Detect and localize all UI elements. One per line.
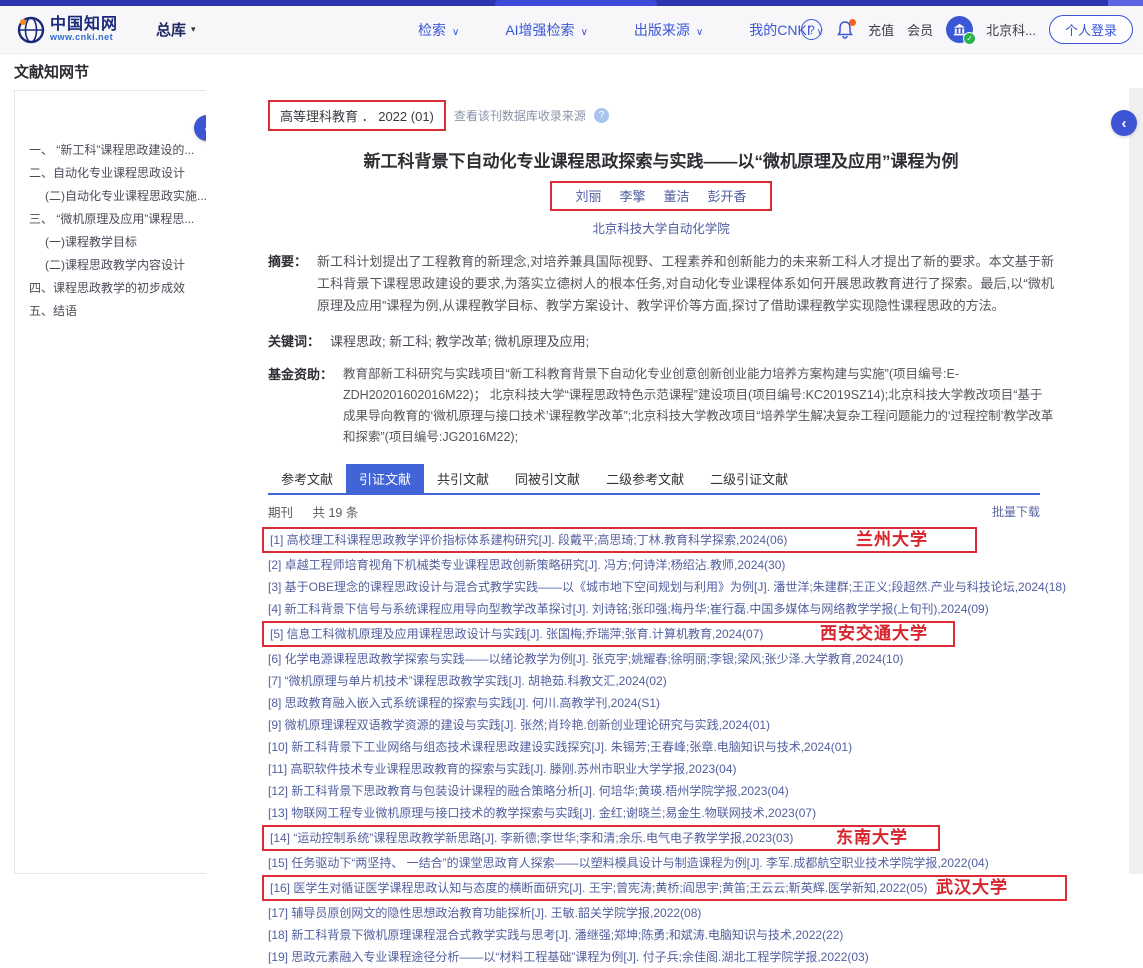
keywords-label: 关键词： [268,331,320,350]
citation-item[interactable]: [14] “运动控制系统”课程思政教学新思路[J]. 李新德;李世华;李和清;余… [270,831,793,845]
highlight-box: [1] 高校理工科课程思政教学评价指标体系建构研究[J]. 段戴平;高思琦;丁林… [262,527,977,553]
page-title: 文献知网节 [14,61,89,82]
cnki-logo[interactable]: 中国知网 www.cnki.net [16,15,118,45]
institution-avatar[interactable]: ✓ [946,16,973,43]
citation-item[interactable]: [2] 卓越工程师培育视角下机械类专业课程思政创新策略研究[J]. 冯方;何诗洋… [262,554,1128,576]
help-icon[interactable]: ? [801,19,822,40]
globe-icon [16,15,46,45]
citation-item[interactable]: [15] 任务驱动下“两坚持、 一结合”的课堂思政育人探索——以塑料模具设计与制… [262,852,1128,874]
outline-list: 一、 “新工科”课程思政建设的...二、自动化专业课程思政设计(二)自动化专业课… [15,139,207,323]
sidebar-outline-item[interactable]: 三、 “微机原理及应用”课程思... [15,208,207,231]
author-link[interactable]: 刘丽 [575,189,601,204]
abstract-text: 新工科计划提出了工程教育的新理念,对培养兼具国际视野、工程素养和创新能力的未来新… [317,251,1054,317]
highlight-box: [5] 信息工科微机原理及应用课程思政设计与实践[J]. 张国梅;乔瑞萍;张育.… [262,621,955,647]
author-link[interactable]: 李擎 [619,189,645,204]
citation-item[interactable]: [11] 高职软件技术专业课程思政教育的探索与实践[J]. 滕刚.苏州市职业大学… [262,758,1128,780]
article-title: 新工科背景下自动化专业课程思政探索与实践——以“微机原理及应用”课程为例 [268,147,1054,172]
top-navbar: 中国知网 www.cnki.net 总库 ▾ 检索∨AI增强检索∨出版来源∨我的… [0,6,1143,54]
citation-item[interactable]: [3] 基于OBE理念的课程思政设计与混合式教学实践——以《城市地下空间规划与利… [262,576,1128,598]
citation-item[interactable]: [9] 微机原理课程双语教学资源的建设与实践[J]. 张然;肖玲艳.创新创业理论… [262,714,1128,736]
highlight-box: [16] 医学生对循证医学课程思政认知与态度的横断面研究[J]. 王宇;曾宪涛;… [262,875,1067,901]
citation-item[interactable]: [6] 化学电源课程思政教学探索与实践——以绪论教学为例[J]. 张克宇;姚耀春… [262,648,1128,670]
citation-item[interactable]: [8] 思政教育融入嵌入式系统课程的探索与实践[J]. 何川.高教学刊,2024… [262,692,1128,714]
annotation-text: 西安交通大学 [820,623,928,645]
journal-db-link[interactable]: 查看该刊数据库收录来源 [454,107,586,124]
annotation-text: 兰州大学 [856,529,928,551]
main-collapse-button[interactable]: ‹ [1111,110,1137,136]
citation-item[interactable]: [16] 医学生对循证医学课程思政认知与态度的横断面研究[J]. 王宇;曾宪涛;… [270,881,927,895]
sidebar-outline-item[interactable]: (一)课程教学目标 [15,231,207,254]
header-right: ? 充值 会员 ✓ 北京科... 个人登录 [801,6,1133,53]
citation-item[interactable]: [7] “微机原理与单片机技术”课程思政教学实践[J]. 胡艳茹.科教文汇,20… [262,670,1128,692]
source-type-label[interactable]: 期刊 [268,506,293,520]
authors-box: 刘丽 李擎 董洁 彭开香 [550,181,771,211]
right-edge-strip [1129,88,1143,874]
keywords-text[interactable]: 课程思政; 新工科; 教学改革; 微机原理及应用; [330,331,589,350]
annotation-text: 武汉大学 [936,877,1008,899]
citation-item[interactable]: [4] 新工科背景下信号与系统课程应用导向型教学改革探讨[J]. 刘诗铭;张印强… [262,598,1128,620]
caret-down-icon: ▾ [191,24,196,35]
tab-二级引证文献[interactable]: 二级引证文献 [697,464,801,493]
verified-check-icon: ✓ [963,32,976,45]
citation-list: [1] 高校理工科课程思政教学评价指标体系建构研究[J]. 段戴平;高思琦;丁林… [262,527,1128,968]
login-button[interactable]: 个人登录 [1049,15,1133,44]
notification-dot [849,19,856,26]
menu-item-2[interactable]: 出版来源∨ [634,20,703,40]
journal-help-icon[interactable]: ? [594,108,609,123]
citation-item[interactable]: [10] 新工科背景下工业网络与组态技术课程思政建设实践探究[J]. 朱锡芳;王… [262,736,1128,758]
sidebar-outline-item[interactable]: 五、结语 [15,300,207,323]
member-link[interactable]: 会员 [907,20,933,39]
citation-item[interactable]: [5] 信息工科微机原理及应用课程思政设计与实践[J]. 张国梅;乔瑞萍;张育.… [270,627,763,641]
journal-source-box[interactable]: 高等理科教育 ． 2022 (01) [268,100,446,131]
sidebar-outline-item[interactable]: 一、 “新工科”课程思政建设的... [15,139,207,162]
recharge-link[interactable]: 充值 [868,20,894,39]
outline-sidebar: ‹ 一、 “新工科”课程思政建设的...二、自动化专业课程思政设计(二)自动化专… [14,90,208,874]
annotation-text: 东南大学 [836,827,908,849]
logo-url: www.cnki.net [50,33,118,42]
sidebar-outline-item[interactable]: 四、课程思政教学的初步成效 [15,277,207,300]
fund-text: 教育部新工科研究与实践项目“新工科教育背景下自动化专业创意创新创业能力培养方案构… [343,364,1054,448]
citation-item[interactable]: [12] 新工科背景下思政教育与包装设计课程的融合策略分析[J]. 何培华;黄瑛… [262,780,1128,802]
citation-item[interactable]: [18] 新工科背景下微机原理课程混合式教学实践与思考[J]. 潘继强;郑坤;陈… [262,924,1128,946]
chevron-down-icon: ∨ [696,27,703,38]
sidebar-outline-item[interactable]: (二)自动化专业课程思政实施... [15,185,207,208]
author-link[interactable]: 董洁 [664,189,690,204]
affiliation-link[interactable]: 北京科技大学自动化学院 [268,218,1054,237]
menu-item-1[interactable]: AI增强检索∨ [505,20,588,40]
tab-共引文献[interactable]: 共引文献 [424,464,502,493]
chevron-down-icon: ∨ [581,27,588,38]
tab-参考文献[interactable]: 参考文献 [268,464,346,493]
chevron-down-icon: ∨ [452,27,459,38]
author-link[interactable]: 彭开香 [708,189,747,204]
list-meta: 期刊 共 19 条 [268,502,358,521]
citation-item[interactable]: [13] 物联网工程专业微机原理与接口技术的教学探索与实践[J]. 金红;谢晓兰… [262,802,1128,824]
sidebar-outline-item[interactable]: (二)课程思政教学内容设计 [15,254,207,277]
tab-同被引文献[interactable]: 同被引文献 [502,464,593,493]
citation-item[interactable]: [1] 高校理工科课程思政教学评价指标体系建构研究[J]. 段戴平;高思琦;丁林… [270,533,787,547]
citation-tabs: 参考文献引证文献共引文献同被引文献二级参考文献二级引证文献 [268,464,1040,495]
sidebar-outline-item[interactable]: 二、自动化专业课程思政设计 [15,162,207,185]
menu-item-0[interactable]: 检索∨ [418,20,459,40]
bell-icon[interactable] [835,20,855,40]
citation-item[interactable]: [17] 辅导员原创网文的隐性思想政治教育功能探析[J]. 王敏.韶关学院学报,… [262,902,1128,924]
batch-download-link[interactable]: 批量下载 [992,503,1040,520]
abstract-label: 摘要： [268,251,307,317]
org-name[interactable]: 北京科... [986,20,1036,39]
main-content: 高等理科教育 ． 2022 (01) 查看该刊数据库收录来源 ? 新工科背景下自… [206,88,1128,874]
main-menus: 检索∨AI增强检索∨出版来源∨我的CNKI∨ [418,6,824,53]
highlight-box: [14] “运动控制系统”课程思政教学新思路[J]. 李新德;李世华;李和清;余… [262,825,940,851]
citation-item[interactable]: [19] 思政元素融入专业课程途径分析——以“材料工程基础”课程为例[J]. 付… [262,946,1128,968]
tab-二级参考文献[interactable]: 二级参考文献 [593,464,697,493]
result-count: 共 19 条 [313,506,359,520]
tab-引证文献[interactable]: 引证文献 [346,464,424,493]
zongku-dropdown[interactable]: 总库 ▾ [156,19,196,40]
fund-label: 基金资助： [268,364,333,448]
logo-text: 中国知网 [50,17,118,33]
